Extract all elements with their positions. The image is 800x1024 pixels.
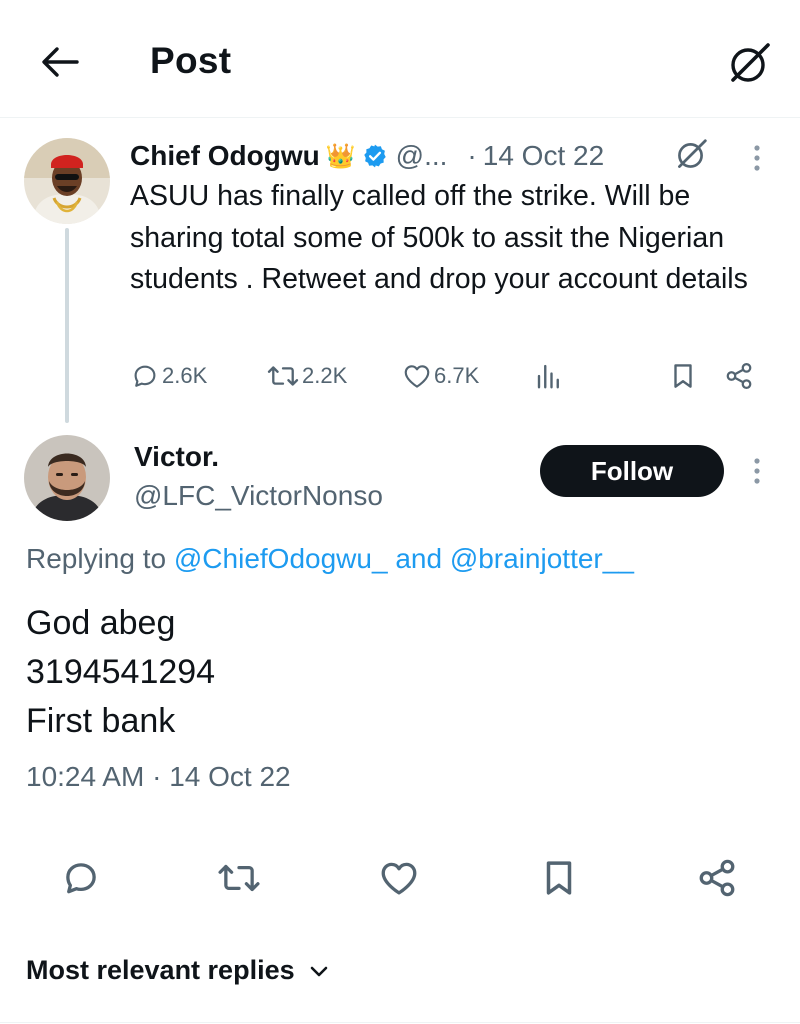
replying-to-line: Replying to @ChiefOdogwu_ and @brainjott…: [26, 543, 634, 575]
action-bar: [0, 853, 800, 903]
like-count: 6.7K: [434, 363, 480, 388]
bookmark-icon: [674, 364, 692, 388]
repost-icon: [267, 366, 299, 386]
mention-link[interactable]: @ChiefOdogwu_: [174, 543, 388, 574]
divider: [0, 1022, 800, 1023]
post-text-line: God abeg: [26, 604, 176, 642]
views-button[interactable]: [534, 358, 564, 394]
reply-count: 2.6K: [162, 363, 208, 388]
reply-sort-dropdown[interactable]: Most relevant replies: [26, 955, 329, 986]
author-name[interactable]: Victor.: [134, 441, 219, 473]
separator-dot: ·: [467, 140, 477, 171]
reply-icon: [66, 863, 96, 894]
mention-link[interactable]: @brainjotter__: [450, 543, 634, 574]
post-date[interactable]: 14 Oct 22: [483, 140, 604, 172]
bookmark-button[interactable]: [668, 358, 698, 394]
back-button[interactable]: [36, 40, 84, 84]
follow-button[interactable]: Follow: [540, 445, 724, 497]
top-bar: Post: [0, 0, 800, 118]
arrow-left-icon: [42, 47, 79, 77]
like-button[interactable]: [374, 853, 424, 903]
verified-badge-icon: [362, 143, 388, 169]
share-icon: [699, 859, 735, 897]
separator-dot: ·: [152, 761, 162, 792]
grok-icon: [731, 43, 770, 82]
heart-icon: [404, 365, 430, 388]
parent-author-row: Chief Odogwu 👑 @... · 14 Oct 22: [130, 138, 604, 174]
crown-emoji: 👑: [325, 142, 356, 170]
post-text: ASUU has finally called off the strike. …: [130, 180, 748, 295]
share-button[interactable]: [724, 358, 754, 394]
repost-button[interactable]: 2.2K: [266, 358, 347, 394]
more-vertical-icon: [754, 145, 760, 171]
author-handle[interactable]: @...: [396, 140, 448, 172]
more-options-button[interactable]: [740, 138, 774, 178]
repost-icon: [218, 864, 260, 892]
parent-tweet[interactable]: Chief Odogwu 👑 @... · 14 Oct 22 ASUU has…: [0, 118, 800, 423]
thread-connector-line: [65, 228, 69, 423]
repost-button[interactable]: [214, 853, 264, 903]
grok-button[interactable]: [724, 38, 776, 88]
post-time: 10:24 AM: [26, 761, 145, 792]
bookmark-icon: [546, 861, 572, 895]
author-name[interactable]: Chief Odogwu: [130, 140, 320, 172]
share-icon: [726, 363, 752, 389]
parent-action-bar: 2.6K 2.2K 6.7K: [130, 358, 770, 394]
post-date: 14 Oct 22: [169, 761, 291, 792]
like-button[interactable]: 6.7K: [402, 358, 479, 394]
post-text: God abeg 3194541294 First bank: [26, 599, 215, 746]
bookmark-button[interactable]: [534, 853, 584, 903]
reply-sort-label: Most relevant replies: [26, 955, 295, 985]
post-text-line: First bank: [26, 702, 176, 740]
post-text-line: 3194541294: [26, 653, 216, 691]
reply-icon: [134, 365, 156, 387]
page-title: Post: [150, 40, 232, 81]
share-button[interactable]: [692, 853, 742, 903]
post-timestamp[interactable]: 10:24 AM · 14 Oct 22: [26, 761, 291, 793]
chevron-down-icon: [309, 964, 329, 978]
avatar[interactable]: [24, 138, 110, 224]
more-options-button[interactable]: [740, 451, 774, 491]
replying-to-label: Replying to: [26, 543, 167, 574]
more-vertical-icon: [754, 458, 760, 484]
parent-grok-button[interactable]: [672, 134, 712, 174]
repost-count: 2.2K: [302, 363, 348, 388]
reply-button[interactable]: [56, 853, 106, 903]
heart-icon: [381, 862, 417, 895]
analytics-icon: [537, 364, 559, 389]
avatar[interactable]: [24, 435, 110, 521]
mention-conjunction[interactable]: and: [395, 543, 442, 574]
author-handle[interactable]: @LFC_VictorNonso: [134, 480, 383, 512]
focused-post: Victor. @LFC_VictorNonso Follow Replying…: [0, 423, 800, 1023]
grok-icon: [678, 139, 707, 168]
reply-button[interactable]: 2.6K: [130, 358, 207, 394]
